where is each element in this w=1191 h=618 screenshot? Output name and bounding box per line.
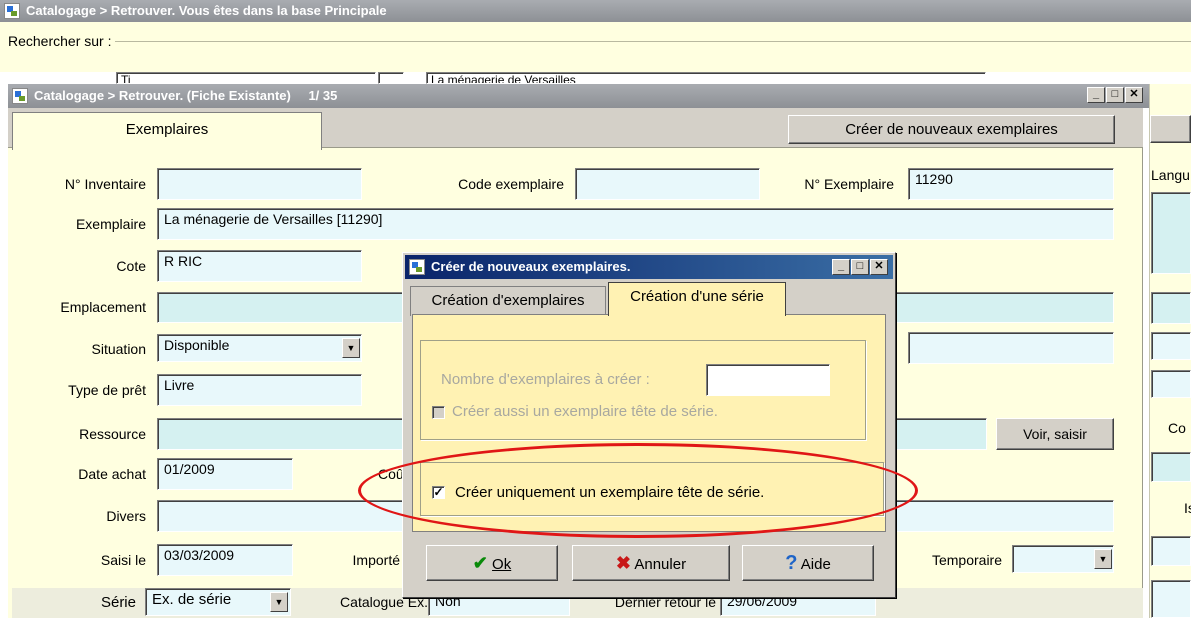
background-label-is: Is (1184, 500, 1191, 516)
saisi-label: Saisi le (100, 552, 146, 568)
minimize-icon[interactable]: _ (1087, 87, 1105, 103)
help-icon: ? (785, 552, 798, 574)
background-field (1151, 292, 1191, 324)
chevron-down-icon[interactable]: ▼ (270, 592, 288, 612)
chevron-down-icon[interactable]: ▼ (1094, 549, 1112, 569)
importe-label: Importé (352, 552, 400, 568)
tete-aussi-checkbox[interactable] (432, 406, 445, 419)
inventaire-label: N° Inventaire (64, 176, 146, 192)
unlabeled-input[interactable] (908, 332, 1114, 364)
ok-button[interactable]: ✔ Ok (426, 545, 558, 581)
aide-button[interactable]: ? Aide (742, 545, 874, 581)
dialog-window-controls: _ □ ✕ (832, 259, 888, 275)
close-icon[interactable]: ✕ (870, 259, 888, 275)
background-field (1151, 580, 1191, 618)
numero-exemplaire-label: N° Exemplaire (804, 176, 894, 192)
background-field (1151, 370, 1191, 398)
code-exemplaire-input[interactable] (575, 168, 760, 200)
voir-saisir-button[interactable]: Voir, saisir (996, 418, 1114, 450)
tab-creation-serie[interactable]: Création d'une série (608, 282, 786, 316)
exemplaire-label: Exemplaire (75, 216, 146, 232)
numero-exemplaire-input[interactable]: 11290 (908, 168, 1114, 200)
cote-label: Cote (116, 258, 146, 274)
background-field (1151, 332, 1191, 360)
tab-exemplaires[interactable]: Exemplaires (12, 112, 322, 150)
check-icon: ✔ (472, 553, 488, 573)
dialog-title: Créer de nouveaux exemplaires. (431, 259, 631, 274)
background-field (1151, 192, 1191, 274)
app-icon (4, 3, 20, 19)
dialog-titlebar: Créer de nouveaux exemplaires. _ □ ✕ (405, 255, 893, 279)
main-window-titlebar: Catalogage > Retrouver. (Fiche Existante… (8, 84, 1149, 108)
nombre-exemplaires-label: Nombre d'exemplaires à créer : (441, 371, 650, 388)
cote-input[interactable]: R RIC (157, 250, 362, 282)
search-legend: Rechercher sur : (4, 33, 116, 49)
divers-label: Divers (106, 508, 146, 524)
create-copies-button[interactable]: Créer de nouveaux exemplaires (788, 115, 1115, 144)
tab-creation-exemplaires[interactable]: Création d'exemplaires (410, 286, 606, 316)
temporaire-label: Temporaire (931, 552, 1002, 568)
date-achat-label: Date achat (78, 466, 146, 482)
nombre-exemplaires-input[interactable] (706, 364, 830, 396)
situation-select[interactable]: Disponible (157, 334, 362, 362)
emplacement-label: Emplacement (60, 299, 146, 315)
search-field-select[interactable]: Ti (116, 72, 376, 84)
maximize-icon[interactable]: □ (851, 259, 869, 275)
chevron-down-icon[interactable]: ▼ (342, 338, 360, 358)
ressource-label: Ressource (79, 426, 146, 442)
window-controls: _ □ ✕ (1087, 87, 1143, 103)
exemplaire-input[interactable]: La ménagerie de Versailles [11290] (157, 208, 1114, 240)
back-window-titlebar: Catalogage > Retrouver. Vous êtes dans l… (0, 0, 1191, 22)
saisi-input[interactable]: 03/03/2009 (157, 544, 293, 576)
highlight-ellipse (358, 443, 918, 538)
main-window-title: Catalogage > Retrouver. (Fiche Existante… (34, 88, 291, 103)
inventaire-input[interactable] (157, 168, 362, 200)
type-pret-label: Type de prêt (68, 382, 146, 398)
background-label-langue: Langu (1151, 167, 1190, 183)
close-icon[interactable]: ✕ (1125, 87, 1143, 103)
maximize-icon[interactable]: □ (1106, 87, 1124, 103)
type-pret-input[interactable]: Livre (157, 374, 362, 406)
cross-icon: ✖ (615, 553, 632, 573)
search-value-input[interactable]: La ménagerie de Versailles (426, 72, 986, 84)
app-icon (12, 88, 28, 104)
background-field (1151, 536, 1191, 566)
minimize-icon[interactable]: _ (832, 259, 850, 275)
tete-aussi-label: Créer aussi un exemplaire tête de série. (452, 403, 718, 420)
background-label-co: Co (1168, 420, 1186, 436)
code-exemplaire-label: Code exemplaire (458, 176, 564, 192)
back-window-title: Catalogage > Retrouver. Vous êtes dans l… (26, 3, 387, 18)
search-operator-select[interactable] (378, 72, 404, 84)
aide-label: Aide (800, 556, 831, 573)
app-icon (409, 259, 425, 275)
search-fieldset-border (8, 41, 1191, 42)
background-field (1151, 452, 1191, 482)
serie-label: Série (100, 594, 136, 611)
situation-label: Situation (91, 341, 146, 357)
date-achat-input[interactable]: 01/2009 (157, 458, 293, 490)
annuler-button[interactable]: ✖ Annuler (572, 545, 730, 581)
background-button[interactable] (1150, 115, 1191, 143)
annuler-label: Annuler (634, 556, 687, 573)
record-counter: 1/ 35 (308, 88, 338, 103)
ok-label: Ok (492, 556, 512, 573)
search-panel (0, 22, 1191, 72)
